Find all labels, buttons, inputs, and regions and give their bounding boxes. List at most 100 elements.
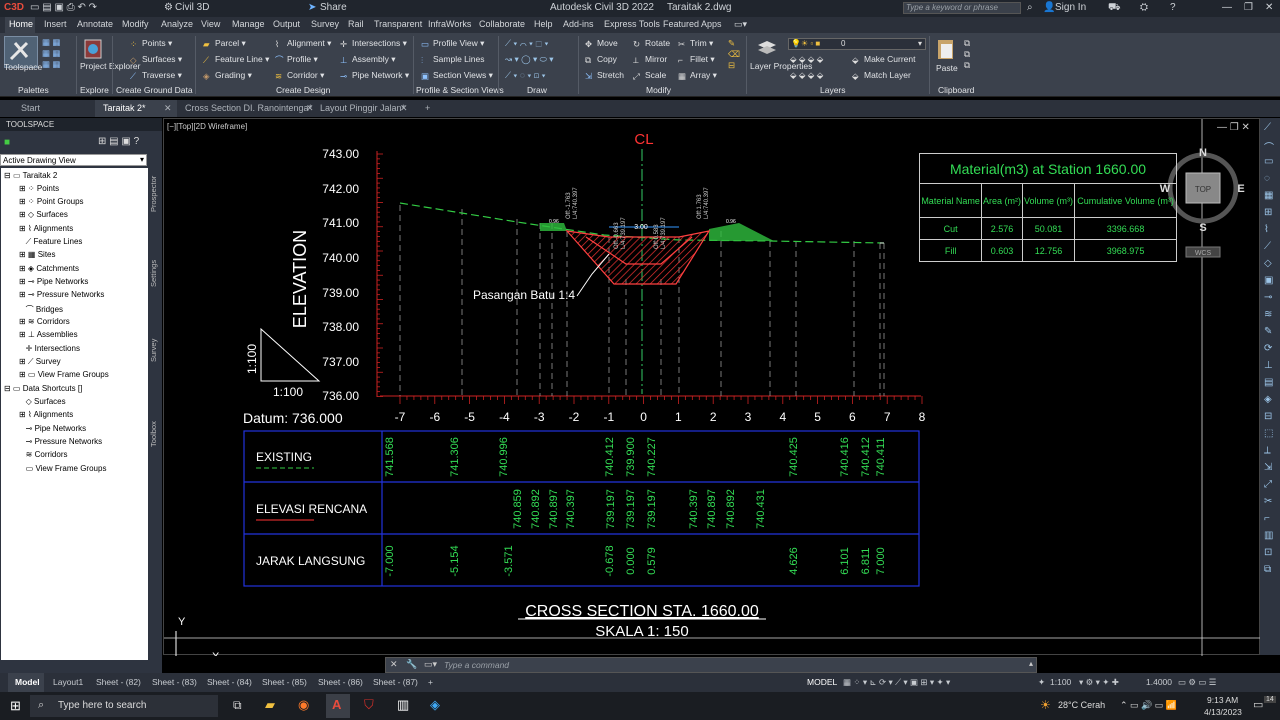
rotate-button[interactable]: ↻ Rotate — [633, 38, 670, 49]
nav-tool-icon[interactable]: ▤ — [1264, 377, 1273, 388]
nav-tool-icon[interactable]: ▦ — [1264, 190, 1273, 201]
command-line[interactable]: ✕ 🔧 ▭▾ Type a command ▴ — [385, 657, 1037, 673]
match-layer-button[interactable]: ⬙ Match Layer — [852, 70, 911, 81]
nav-tool-icon[interactable]: ⌐ — [1264, 513, 1270, 524]
points-button[interactable]: ⁘ Points ▾ — [130, 38, 172, 49]
nav-tool-icon[interactable]: ⊥ — [1264, 360, 1273, 371]
command-history-icon[interactable]: ▭▾ — [424, 659, 437, 670]
ribbon-options-icon[interactable]: ▭▾ — [734, 19, 747, 30]
app-logo-icon[interactable]: C3D — [4, 2, 24, 13]
section-views-button[interactable]: ▣ Section Views ▾ — [421, 70, 493, 81]
surfaces-button[interactable]: ◇ Surfaces ▾ — [130, 54, 182, 65]
tab-infraworks[interactable]: InfraWorks — [428, 19, 471, 29]
tab-view[interactable]: View — [201, 19, 220, 29]
tree-shortcut-view-frame-groups[interactable]: ▭ View Frame Groups — [19, 464, 107, 473]
palette-icons[interactable]: ▦ ▦ ▦ ▦ ▦ ▦ — [42, 37, 60, 70]
grading-button[interactable]: ◈ Grading ▾ — [203, 70, 252, 81]
tree-shortcut-pipe-networks[interactable]: ⊸ Pipe Networks — [19, 424, 87, 433]
new-tab-icon[interactable]: + — [425, 103, 430, 113]
command-close-icon[interactable]: ✕ — [390, 659, 398, 670]
cart-icon[interactable]: ⛟ — [1108, 2, 1121, 15]
tab-sheet-82[interactable]: Sheet - (82) — [96, 677, 141, 687]
tree-item-alignments[interactable]: ⊞ ⌇ Alignments — [19, 224, 73, 233]
tree-item-point-groups[interactable]: ⊞ ⁘ Point Groups — [19, 197, 84, 206]
layer-dropdown[interactable]: 💡☀ ▫ ■ 0 ▾ — [788, 38, 926, 50]
nav-tool-icon[interactable]: ⊟ — [1264, 411, 1272, 422]
sign-in-button[interactable]: Sign In — [1055, 2, 1086, 13]
toolbar-icons[interactable]: ⊞ ▤ ▣ ? — [98, 136, 139, 147]
command-expand-icon[interactable]: ▴ — [1029, 659, 1033, 668]
restore-icon[interactable]: ❐ — [1244, 2, 1253, 13]
corridor-button[interactable]: ≋ Corridor ▾ — [275, 70, 324, 81]
view-dropdown[interactable]: Active Drawing View ▾ — [0, 154, 147, 166]
tree-node-data-shortcuts[interactable]: ⊟ ▭ Data Shortcuts [] — [4, 384, 82, 393]
side-tab-settings[interactable]: Settings — [149, 260, 158, 287]
command-input[interactable]: Type a command — [444, 660, 509, 670]
tree-item-survey[interactable]: ⊞ ⟋ Survey — [19, 357, 61, 367]
tree-item-sites[interactable]: ⊞ ▦ Sites — [19, 250, 56, 259]
tree-item-corridors[interactable]: ⊞ ≋ Corridors — [19, 317, 70, 326]
layers-group-label[interactable]: Layers — [820, 85, 846, 95]
model-space-button[interactable]: MODEL — [807, 677, 837, 687]
tab-express-tools[interactable]: Express Tools — [604, 19, 660, 29]
create-design-group-label[interactable]: Create Design — [276, 85, 330, 95]
intersections-button[interactable]: ✛ Intersections ▾ — [340, 38, 407, 49]
feature-line-button[interactable]: ⟋ Feature Line ▾ — [203, 54, 269, 65]
layer-tools-row1[interactable]: ⬙ ⬙ ⬙ ⬙ — [790, 54, 823, 65]
move-button[interactable]: ✥ Move — [585, 38, 618, 49]
nav-tool-icon[interactable]: ◌ — [1264, 173, 1270, 184]
drawing-viewport[interactable]: [−][Top][2D Wireframe] — ❐ ✕ CL ELEVATIO… — [163, 118, 1261, 656]
taskbar-search-box[interactable]: ⌕ Type here to search — [30, 695, 218, 717]
tab-layout1[interactable]: Layout1 — [53, 677, 83, 687]
tab-manage[interactable]: Manage — [232, 19, 265, 29]
clipboard-tools[interactable]: ⧉ ⧉ ⧉ — [964, 38, 970, 71]
traverse-button[interactable]: ⟋ Traverse ▾ — [130, 70, 182, 81]
nav-tool-icon[interactable]: ⇲ — [1264, 462, 1272, 473]
profile-button[interactable]: ⌒ Profile ▾ — [275, 54, 318, 65]
tray-icons[interactable]: ⌃ ▭ 🔊 ▭ 📶 — [1120, 700, 1177, 711]
workspace-status-icons[interactable]: ▾ ⚙ ▾ ✦ ✚ — [1079, 677, 1119, 688]
pipe-network-button[interactable]: ⊸ Pipe Network ▾ — [340, 70, 409, 81]
firefox-icon[interactable]: ◉ — [298, 697, 309, 713]
tab-sheet-84[interactable]: Sheet - (84) — [207, 677, 252, 687]
tab-close-icon[interactable]: ✕ — [164, 103, 172, 114]
command-settings-icon[interactable]: 🔧 — [406, 659, 417, 670]
nav-tool-icon[interactable]: ▥ — [1264, 530, 1273, 541]
sample-lines-button[interactable]: ⫶ Sample Lines — [421, 54, 485, 65]
assembly-button[interactable]: ⊥ Assembly ▾ — [340, 54, 395, 65]
tab-layout-pinggir-jalan[interactable]: Layout Pinggir Jalan* — [320, 103, 405, 113]
notifications-icon[interactable]: ▭ — [1253, 698, 1263, 711]
draw-tools-row3[interactable]: ⟋ ▾ ◌ ▾ ⊡ ▾ — [505, 70, 546, 81]
tab-featured-apps[interactable]: Featured Apps — [663, 19, 722, 29]
modify-group-label[interactable]: Modify — [646, 85, 671, 95]
tab-survey[interactable]: Survey — [311, 19, 339, 29]
modify-extra-icons[interactable]: ✎ ⌫ ⊟ — [728, 38, 740, 71]
nav-tool-icon[interactable]: ◈ — [1264, 394, 1272, 405]
nav-tool-icon[interactable]: ✂ — [1264, 496, 1272, 507]
nav-tool-icon[interactable]: ▣ — [1264, 275, 1273, 286]
nav-tool-icon[interactable]: ⬚ — [1264, 428, 1273, 439]
tree-item-pressure-networks[interactable]: ⊞ ⊸ Pressure Networks — [19, 290, 104, 299]
fillet-button[interactable]: ⌐ Fillet ▾ — [678, 54, 715, 65]
array-button[interactable]: ▦ Array ▾ — [678, 70, 717, 81]
community-icon[interactable]: ⛭ — [1140, 2, 1148, 13]
tab-add-ins[interactable]: Add-ins — [563, 19, 594, 29]
tree-node-root[interactable]: ⊟ ▭ Taraitak 2 — [4, 171, 57, 180]
clock-date[interactable]: 4/13/2023 — [1204, 707, 1242, 717]
nav-tool-icon[interactable]: ⟂ — [1264, 445, 1271, 456]
acrobat-icon[interactable]: ⛉ — [364, 697, 374, 713]
tab-sheet-85[interactable]: Sheet - (85) — [262, 677, 307, 687]
parcel-button[interactable]: ▰ Parcel ▾ — [203, 38, 246, 49]
search-icon[interactable]: ⌕ — [1027, 2, 1033, 13]
tree-item-assemblies[interactable]: ⊞ ⊥ Assemblies — [19, 330, 78, 339]
nav-tool-icon[interactable]: ⤢ — [1264, 479, 1272, 490]
copy-button[interactable]: ⧉ Copy — [585, 54, 617, 65]
status-value[interactable]: 1.4000 — [1146, 677, 1172, 687]
tab-transparent[interactable]: Transparent — [374, 19, 422, 29]
annotation-scale[interactable]: 1:100 — [1050, 677, 1071, 687]
tree-item-pipe-networks[interactable]: ⊞ ⊸ Pipe Networks — [19, 277, 88, 286]
side-tab-survey[interactable]: Survey — [149, 339, 158, 362]
windows-start-icon[interactable]: ⊞ — [10, 698, 21, 714]
tree-item-feature-lines[interactable]: ⟋ Feature Lines — [19, 237, 83, 247]
make-current-button[interactable]: ⬙ Make Current — [852, 54, 916, 65]
